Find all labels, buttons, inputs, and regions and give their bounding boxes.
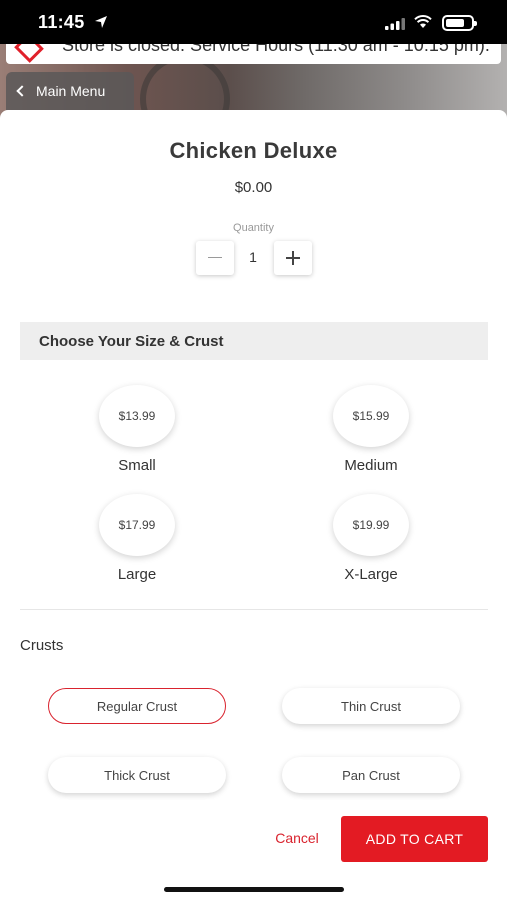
- alert-icon: [14, 44, 44, 63]
- size-option-small[interactable]: $13.99 Small: [62, 385, 212, 495]
- scroll-fade: [0, 800, 507, 810]
- battery-icon: [442, 15, 477, 31]
- crust-option-regular[interactable]: Regular Crust: [48, 688, 226, 724]
- status-bar: 11:45: [0, 0, 507, 44]
- chevron-left-icon: [16, 85, 28, 97]
- item-title: Chicken Deluxe: [169, 138, 338, 163]
- size-price: $19.99: [333, 494, 409, 556]
- store-closed-notice: Store is closed. Service Hours (11:30 am…: [6, 44, 501, 64]
- location-arrow-icon: [94, 15, 108, 34]
- size-name: Small: [118, 457, 156, 474]
- add-to-cart-button[interactable]: ADD TO CART: [341, 816, 488, 862]
- increase-quantity-button[interactable]: [274, 241, 312, 275]
- wifi-icon: [414, 15, 432, 34]
- notice-text: Store is closed. Service Hours (11:30 am…: [62, 44, 490, 55]
- size-price: $13.99: [99, 385, 175, 447]
- crust-option-thin[interactable]: Thin Crust: [282, 688, 460, 724]
- size-name: Medium: [344, 457, 398, 474]
- cancel-button[interactable]: Cancel: [263, 830, 331, 850]
- home-indicator: [164, 887, 344, 892]
- size-price: $17.99: [99, 494, 175, 556]
- quantity-value: 1: [249, 249, 257, 265]
- crust-option-pan[interactable]: Pan Crust: [282, 757, 460, 793]
- size-option-medium[interactable]: $15.99 Medium: [296, 385, 446, 495]
- item-detail-sheet: Chicken Deluxe $0.00 Quantity 1 Choose Y…: [0, 110, 507, 900]
- size-option-large[interactable]: $17.99 Large: [62, 494, 212, 604]
- divider: [20, 609, 488, 610]
- main-menu-back-button[interactable]: Main Menu: [6, 72, 134, 110]
- size-price: $15.99: [333, 385, 409, 447]
- item-price: $0.00: [234, 179, 273, 196]
- crust-option-thick[interactable]: Thick Crust: [48, 757, 226, 793]
- quantity-stepper: 1: [196, 241, 312, 277]
- crusts-label: Crusts: [20, 637, 64, 654]
- decrease-quantity-button[interactable]: [196, 241, 234, 275]
- size-crust-heading: Choose Your Size & Crust: [20, 322, 488, 360]
- quantity-label: Quantity: [233, 222, 274, 234]
- size-name: Large: [117, 566, 157, 583]
- cellular-signal-icon: [385, 17, 405, 35]
- size-option-x-large[interactable]: $19.99 X-Large: [296, 494, 446, 604]
- status-time: 11:45: [38, 12, 85, 32]
- size-name: X-Large: [344, 566, 398, 583]
- back-label: Main Menu: [36, 83, 106, 99]
